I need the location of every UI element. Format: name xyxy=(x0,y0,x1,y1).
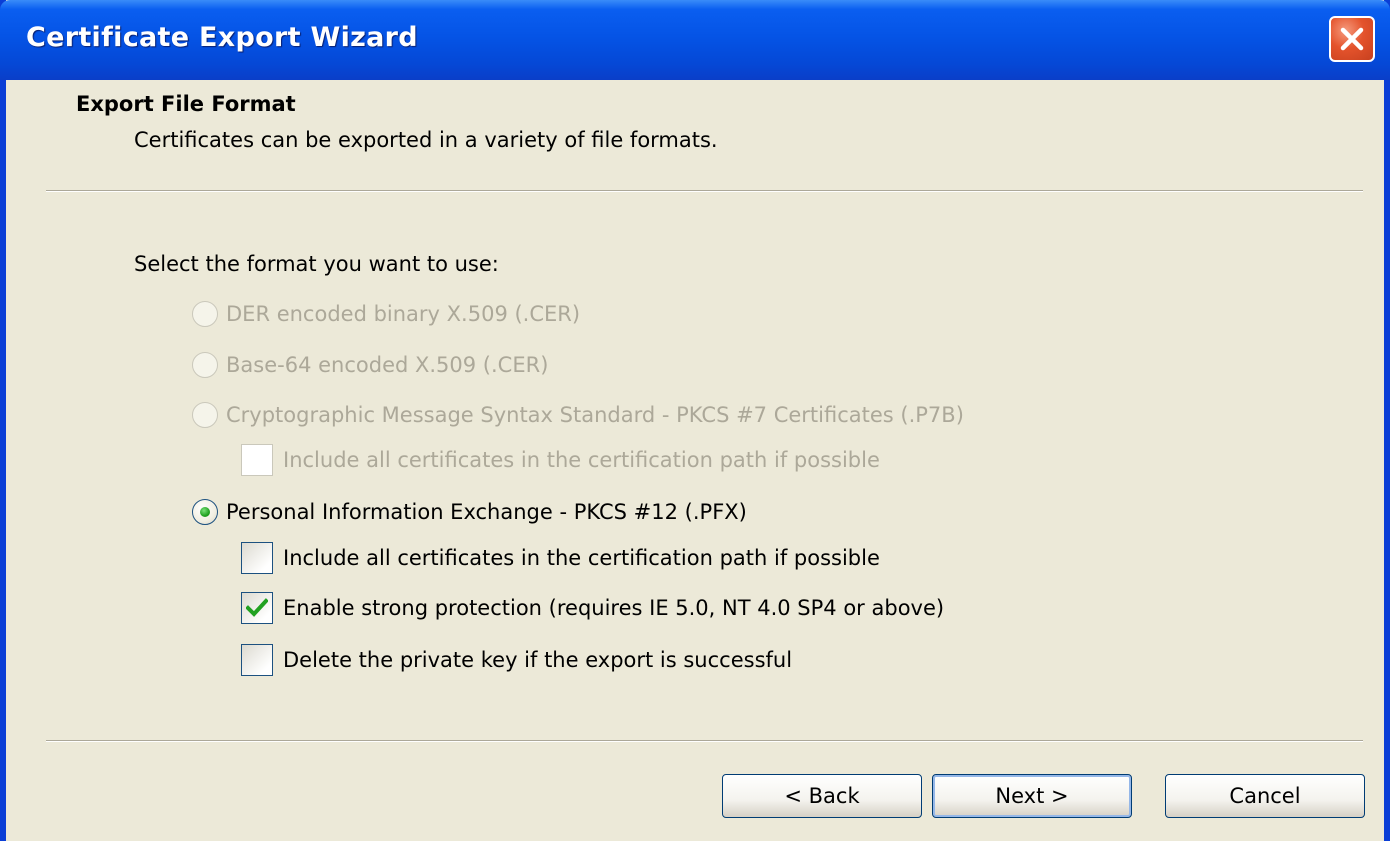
checkbox-label[interactable]: Delete the private key if the export is … xyxy=(283,648,792,672)
radio-button xyxy=(192,352,218,378)
page-title: Export File Format xyxy=(76,92,296,116)
back-button[interactable]: < Back xyxy=(722,774,922,818)
radio-option-pkcs7: Cryptographic Message Syntax Standard - … xyxy=(192,402,964,428)
checkbox-label[interactable]: Enable strong protection (requires IE 5.… xyxy=(283,596,944,620)
radio-label[interactable]: Personal Information Exchange - PKCS #12… xyxy=(226,500,747,524)
next-button[interactable]: Next > xyxy=(932,774,1132,818)
radio-option-pfx[interactable]: Personal Information Exchange - PKCS #12… xyxy=(192,499,747,525)
page-description: Certificates can be exported in a variet… xyxy=(134,128,718,152)
certificate-export-wizard-window: Certificate Export Wizard Export File Fo… xyxy=(0,0,1390,841)
close-button[interactable] xyxy=(1329,16,1375,62)
radio-option-der: DER encoded binary X.509 (.CER) xyxy=(192,301,580,327)
checkbox-delete-private-key[interactable]: Delete the private key if the export is … xyxy=(241,644,792,676)
radio-button xyxy=(192,402,218,428)
close-icon xyxy=(1340,27,1364,51)
checkbox-label: Include all certificates in the certific… xyxy=(283,448,880,472)
wizard-content: Export File Format Certificates can be e… xyxy=(6,80,1384,841)
checkbox[interactable] xyxy=(241,542,273,574)
checkmark-icon xyxy=(246,598,268,617)
checkbox-enable-strong-protection[interactable]: Enable strong protection (requires IE 5.… xyxy=(241,592,944,624)
checkbox xyxy=(241,444,273,476)
checkbox-label[interactable]: Include all certificates in the certific… xyxy=(283,546,880,570)
checkbox[interactable] xyxy=(241,644,273,676)
footer-separator xyxy=(46,740,1363,742)
radio-button xyxy=(192,301,218,327)
radio-label: Cryptographic Message Syntax Standard - … xyxy=(226,403,964,427)
window-title: Certificate Export Wizard xyxy=(26,22,418,53)
radio-button-selected[interactable] xyxy=(192,499,218,525)
checkbox-checked[interactable] xyxy=(241,592,273,624)
radio-option-base64: Base-64 encoded X.509 (.CER) xyxy=(192,352,548,378)
checkbox-pfx-include-all[interactable]: Include all certificates in the certific… xyxy=(241,542,880,574)
cancel-button[interactable]: Cancel xyxy=(1165,774,1365,818)
checkbox-pkcs7-include-all: Include all certificates in the certific… xyxy=(241,444,880,476)
radio-label: DER encoded binary X.509 (.CER) xyxy=(226,302,581,326)
header-separator xyxy=(46,190,1363,192)
radio-label: Base-64 encoded X.509 (.CER) xyxy=(226,353,549,377)
format-prompt: Select the format you want to use: xyxy=(134,252,499,276)
title-bar[interactable]: Certificate Export Wizard xyxy=(0,0,1390,80)
